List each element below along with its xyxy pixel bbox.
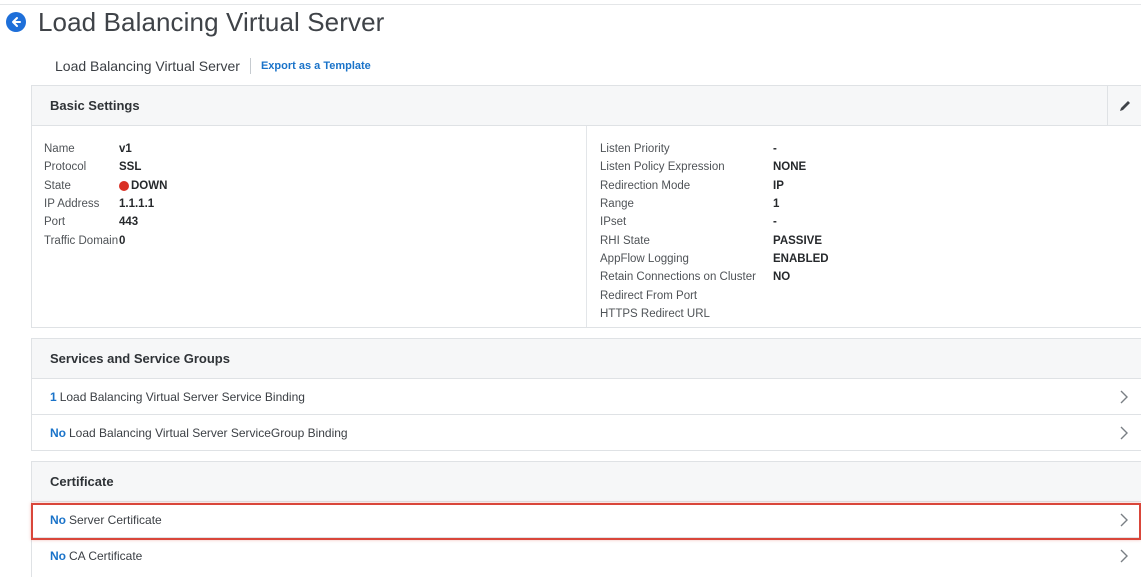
setting-traffic-domain: Traffic Domain 0 (44, 234, 126, 247)
setting-name: Name v1 (44, 143, 132, 156)
basic-settings-header: Basic Settings (32, 86, 1141, 126)
state-value: DOWN (131, 179, 168, 192)
services-header: Services and Service Groups (32, 339, 1141, 379)
page-header: Load Balancing Virtual Server (6, 5, 384, 39)
servicegroup-binding-label: Load Balancing Virtual Server ServiceGro… (69, 426, 348, 440)
page: Load Balancing Virtual Server Load Balan… (0, 0, 1141, 577)
chevron-right-icon (1120, 513, 1128, 527)
basic-settings-left-column: Name v1 Protocol SSL State DOWN IP Address 1… (44, 140, 167, 250)
chevron-right-icon (1120, 549, 1128, 563)
column-divider (586, 126, 587, 327)
certificate-panel: Certificate No Server Certificate No CA … (31, 461, 1141, 577)
servicegroup-binding-row[interactable]: No Load Balancing Virtual Server Service… (32, 415, 1141, 451)
ca-certificate-count: No (50, 549, 66, 563)
services-panel: Services and Service Groups 1 Load Balan… (31, 338, 1141, 451)
setting-protocol: Protocol SSL (44, 161, 142, 174)
service-binding-row[interactable]: 1 Load Balancing Virtual Server Service … (32, 379, 1141, 415)
certificate-header: Certificate (32, 462, 1141, 502)
breadcrumb: Load Balancing Virtual Server Export as … (55, 55, 371, 77)
pencil-icon (1119, 101, 1130, 111)
setting-ip-address: IP Address 1.1.1.1 (44, 198, 155, 211)
basic-settings-panel: Basic Settings Name v1 Protocol SSL State D… (31, 85, 1141, 328)
ca-certificate-row[interactable]: No CA Certificate (32, 538, 1141, 574)
chevron-right-icon (1120, 390, 1128, 404)
server-certificate-row[interactable]: No Server Certificate (32, 502, 1141, 538)
breadcrumb-separator (249, 58, 251, 74)
export-template-link[interactable]: Export as a Template (261, 60, 371, 72)
setting-redirection-mode: Redirection Mode IP (600, 179, 784, 192)
setting-appflow-logging: AppFlow Logging ENABLED (600, 252, 829, 265)
servicegroup-binding-count: No (50, 426, 66, 440)
setting-https-redirect-url: HTTPS Redirect URL (600, 307, 710, 320)
setting-redirect-from-port: Redirect From Port (600, 289, 698, 302)
page-title: Load Balancing Virtual Server (38, 6, 385, 37)
setting-retain-connections: Retain Connections on Cluster NO (600, 271, 791, 284)
service-binding-count: 1 (50, 389, 57, 404)
chevron-right-icon (1120, 426, 1128, 440)
server-certificate-count: No (50, 512, 66, 527)
service-binding-label: Load Balancing Virtual Server Service Bi… (59, 389, 305, 404)
status-down-icon (119, 180, 129, 191)
setting-listen-policy-expression: Listen Policy Expression NONE (600, 161, 807, 174)
setting-state: State DOWN (44, 179, 168, 192)
basic-settings-body: Name v1 Protocol SSL State DOWN IP Address 1… (32, 126, 1141, 327)
basic-settings-right-column: Listen Priority - Listen Policy Expressio… (600, 140, 829, 323)
ca-certificate-label: CA Certificate (69, 549, 143, 563)
breadcrumb-label: Load Balancing Virtual Server (55, 58, 240, 74)
setting-rhi-state: RHI State PASSIVE (600, 234, 822, 247)
basic-settings-title: Basic Settings (50, 98, 140, 113)
setting-ipset: IPset - (600, 216, 777, 229)
setting-port: Port 443 (44, 216, 139, 229)
setting-listen-priority: Listen Priority - (600, 143, 777, 156)
back-arrow-icon[interactable] (6, 12, 26, 32)
server-certificate-label: Server Certificate (69, 512, 162, 527)
edit-basic-settings-button[interactable] (1107, 86, 1141, 126)
setting-range: Range 1 (600, 198, 780, 211)
